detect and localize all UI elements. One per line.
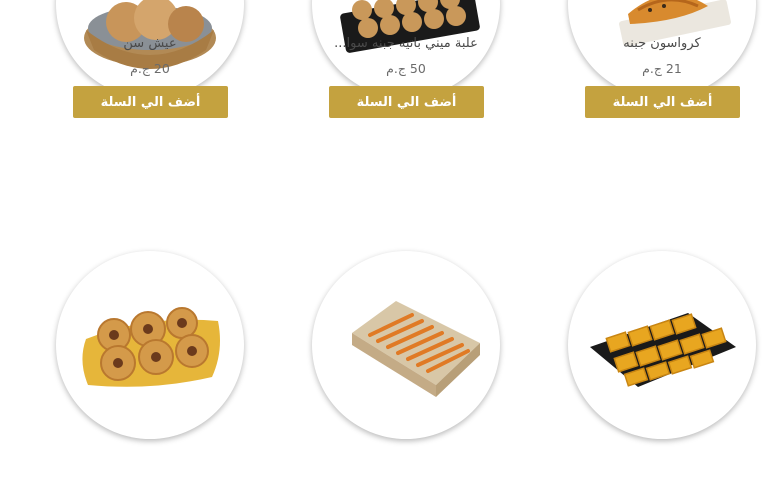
product-price: 50 ج.م bbox=[386, 61, 426, 76]
product-card bbox=[528, 251, 780, 481]
product-card: كرواسون جبنه 21 ج.م أضف الي السلة bbox=[528, 0, 780, 140]
product-card bbox=[272, 251, 528, 481]
product-price: 21 ج.م bbox=[642, 61, 682, 76]
add-to-cart-button[interactable]: أضف الي السلة bbox=[585, 86, 740, 118]
product-name[interactable]: عيش سن bbox=[16, 36, 284, 51]
product-name[interactable]: كرواسون جبنه bbox=[528, 36, 780, 51]
product-image-cheese-sticks-box[interactable] bbox=[312, 251, 500, 439]
add-to-cart-button[interactable]: أضف الي السلة bbox=[329, 86, 484, 118]
product-card: علبة ميني باتيه جبنه سوا... 50 ج.م أضف ا… bbox=[272, 0, 528, 140]
product-image-vol-au-vent-plate[interactable] bbox=[56, 251, 244, 439]
product-price: 20 ج.م bbox=[130, 61, 170, 76]
product-card: عيش سن 20 ج.م أضف الي السلة bbox=[16, 0, 272, 140]
add-to-cart-button[interactable]: أضف الي السلة bbox=[73, 86, 228, 118]
product-image-basbousa-tray[interactable] bbox=[568, 251, 756, 439]
product-name[interactable]: علبة ميني باتيه جبنه سوا... bbox=[272, 36, 540, 51]
product-card bbox=[16, 251, 272, 481]
